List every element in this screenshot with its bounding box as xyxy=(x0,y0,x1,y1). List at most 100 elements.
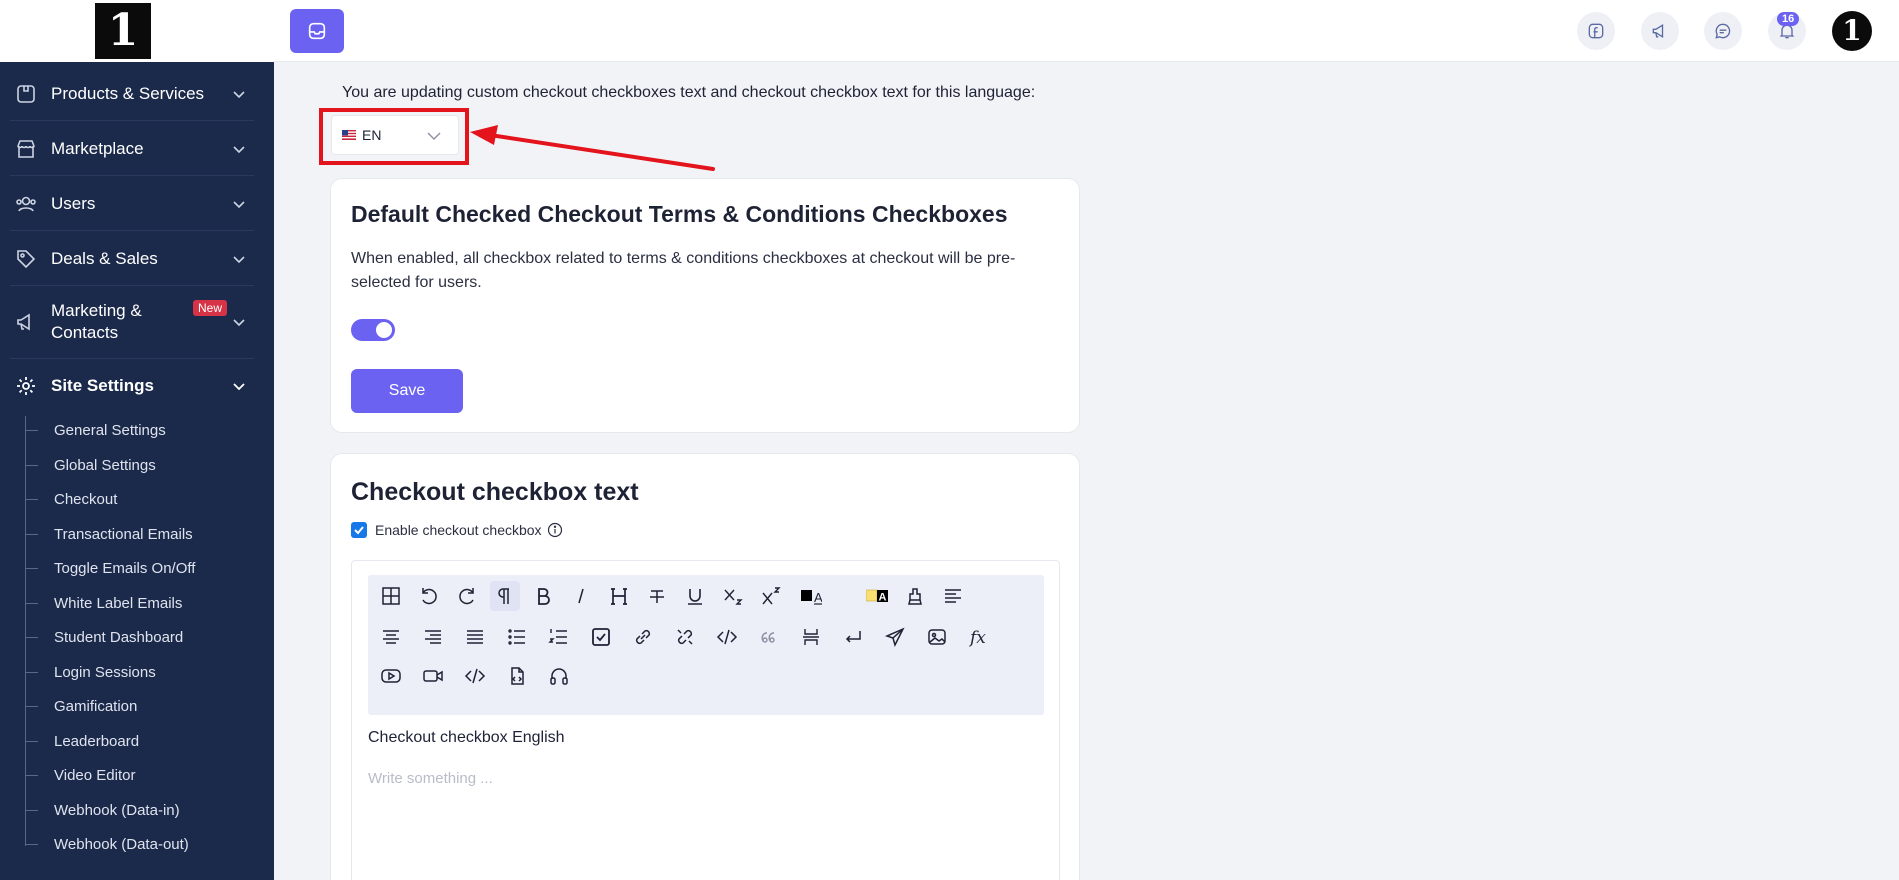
heading-button[interactable] xyxy=(604,581,634,611)
facebook-button[interactable] xyxy=(1577,12,1615,50)
us-flag-icon xyxy=(342,130,356,140)
chevron-down-icon xyxy=(233,319,245,327)
sidebar-item-label: Marketing & Contacts xyxy=(51,301,142,342)
info-icon[interactable] xyxy=(547,522,563,538)
annotation-arrow xyxy=(470,125,715,171)
language-select[interactable]: EN xyxy=(331,115,459,155)
tree-tick xyxy=(25,533,38,535)
bullet-list-button[interactable] xyxy=(502,622,532,652)
sub-item-gamification[interactable]: Gamification xyxy=(25,695,137,717)
save-button[interactable]: Save xyxy=(351,369,463,413)
video-button[interactable] xyxy=(418,661,448,691)
chevron-down-icon xyxy=(233,383,245,391)
default-checked-toggle[interactable] xyxy=(351,319,395,341)
formula-button[interactable]: fx xyxy=(964,622,994,652)
link-icon xyxy=(635,629,651,645)
sub-item-label: Leaderboard xyxy=(54,732,140,750)
chevron-down-icon xyxy=(233,201,245,209)
align-right-button[interactable] xyxy=(418,622,448,652)
code-button[interactable] xyxy=(712,622,742,652)
editor-placeholder[interactable]: Write something ... xyxy=(368,770,493,787)
code-icon xyxy=(716,629,738,645)
tree-tick xyxy=(25,567,38,569)
editor-content[interactable]: Checkout checkbox English xyxy=(368,729,565,747)
sub-item-white-label-emails[interactable]: White Label Emails xyxy=(25,592,182,614)
justify-button[interactable] xyxy=(460,622,490,652)
strikethrough-button[interactable] xyxy=(642,581,672,611)
clear-format-button[interactable] xyxy=(900,581,930,611)
check-icon xyxy=(354,526,364,535)
align-left-icon xyxy=(945,589,961,603)
paragraph-button[interactable] xyxy=(490,581,520,611)
embed-code-button[interactable] xyxy=(460,661,490,691)
align-center-button[interactable] xyxy=(376,622,406,652)
bold-button[interactable] xyxy=(528,581,558,611)
audio-button[interactable] xyxy=(544,661,574,691)
table-button[interactable] xyxy=(376,581,406,611)
sidebar-item-marketplace[interactable]: Marketplace xyxy=(0,137,274,161)
link-button[interactable] xyxy=(628,622,658,652)
tree-tick xyxy=(25,464,38,466)
youtube-button[interactable] xyxy=(376,661,406,691)
svg-text:A: A xyxy=(814,590,822,605)
bold-icon xyxy=(538,588,550,605)
enable-checkout-checkbox[interactable] xyxy=(351,522,367,538)
page-break-icon xyxy=(803,629,819,645)
superscript-button[interactable] xyxy=(756,581,786,611)
paragraph-icon xyxy=(498,588,509,604)
logo[interactable]: 1 xyxy=(95,3,151,59)
text-color-button[interactable]: A xyxy=(796,581,826,611)
numbered-list-button[interactable] xyxy=(544,622,574,652)
sub-item-leaderboard[interactable]: Leaderboard xyxy=(25,730,139,752)
sub-item-webhook-data-in[interactable]: Webhook (Data-in) xyxy=(25,799,180,821)
tree-tick xyxy=(25,602,38,604)
inbox-icon xyxy=(308,22,326,40)
avatar[interactable]: 1 xyxy=(1832,11,1872,51)
image-button[interactable] xyxy=(922,622,952,652)
sidebar-item-marketing-contacts[interactable]: Marketing & Contacts xyxy=(0,300,274,344)
sub-item-toggle-emails[interactable]: Toggle Emails On/Off xyxy=(25,557,195,579)
sub-item-video-editor[interactable]: Video Editor xyxy=(25,764,135,786)
sidebar-item-deals-sales[interactable]: Deals & Sales xyxy=(0,247,274,271)
rich-text-editor[interactable]: A A fx Checkout checkbox English Write s… xyxy=(351,560,1060,880)
chat-button[interactable] xyxy=(1704,12,1742,50)
checklist-button[interactable] xyxy=(586,622,616,652)
quote-button[interactable] xyxy=(754,622,784,652)
sub-item-checkout[interactable]: Checkout xyxy=(25,488,117,510)
send-button[interactable] xyxy=(880,622,910,652)
sidebar-item-site-settings[interactable]: Site Settings xyxy=(0,374,274,398)
sub-item-global-settings[interactable]: Global Settings xyxy=(25,454,156,476)
sub-item-login-sessions[interactable]: Login Sessions xyxy=(25,661,156,683)
megaphone-icon xyxy=(1652,23,1664,39)
unlink-button[interactable] xyxy=(670,622,700,652)
checkout-checkbox-card: Checkout checkbox text Enable checkout c… xyxy=(330,453,1080,880)
italic-icon xyxy=(578,588,584,604)
redo-button[interactable] xyxy=(452,581,482,611)
video-icon xyxy=(423,670,443,682)
file-button[interactable] xyxy=(502,661,532,691)
sub-item-webhook-data-out[interactable]: Webhook (Data-out) xyxy=(25,833,189,855)
align-left-button[interactable] xyxy=(938,581,968,611)
editor-toolbar: A A fx xyxy=(368,575,1044,715)
align-right-icon xyxy=(425,630,441,644)
sidebar-item-products-services[interactable]: Products & Services xyxy=(0,82,274,106)
sub-item-label: Student Dashboard xyxy=(54,628,184,646)
sub-item-transactional-emails[interactable]: Transactional Emails xyxy=(25,523,193,545)
sub-item-student-dashboard[interactable]: Student Dashboard xyxy=(25,626,183,648)
sub-item-label: Checkout xyxy=(54,490,118,508)
line-break-button[interactable] xyxy=(838,622,868,652)
sub-item-general-settings[interactable]: General Settings xyxy=(25,419,166,441)
card-title: Default Checked Checkout Terms & Conditi… xyxy=(351,201,1008,227)
undo-button[interactable] xyxy=(414,581,444,611)
announcements-button[interactable] xyxy=(1641,12,1679,50)
page-break-button[interactable] xyxy=(796,622,826,652)
gear-icon xyxy=(17,377,35,395)
highlight-color-button[interactable]: A xyxy=(862,581,892,611)
inbox-button[interactable] xyxy=(290,9,344,53)
sidebar-item-users[interactable]: Users xyxy=(0,192,274,216)
subscript-button[interactable] xyxy=(718,581,748,611)
underline-button[interactable] xyxy=(680,581,710,611)
numbered-list-icon xyxy=(548,629,567,644)
italic-button[interactable] xyxy=(566,581,596,611)
file-icon xyxy=(511,667,524,685)
